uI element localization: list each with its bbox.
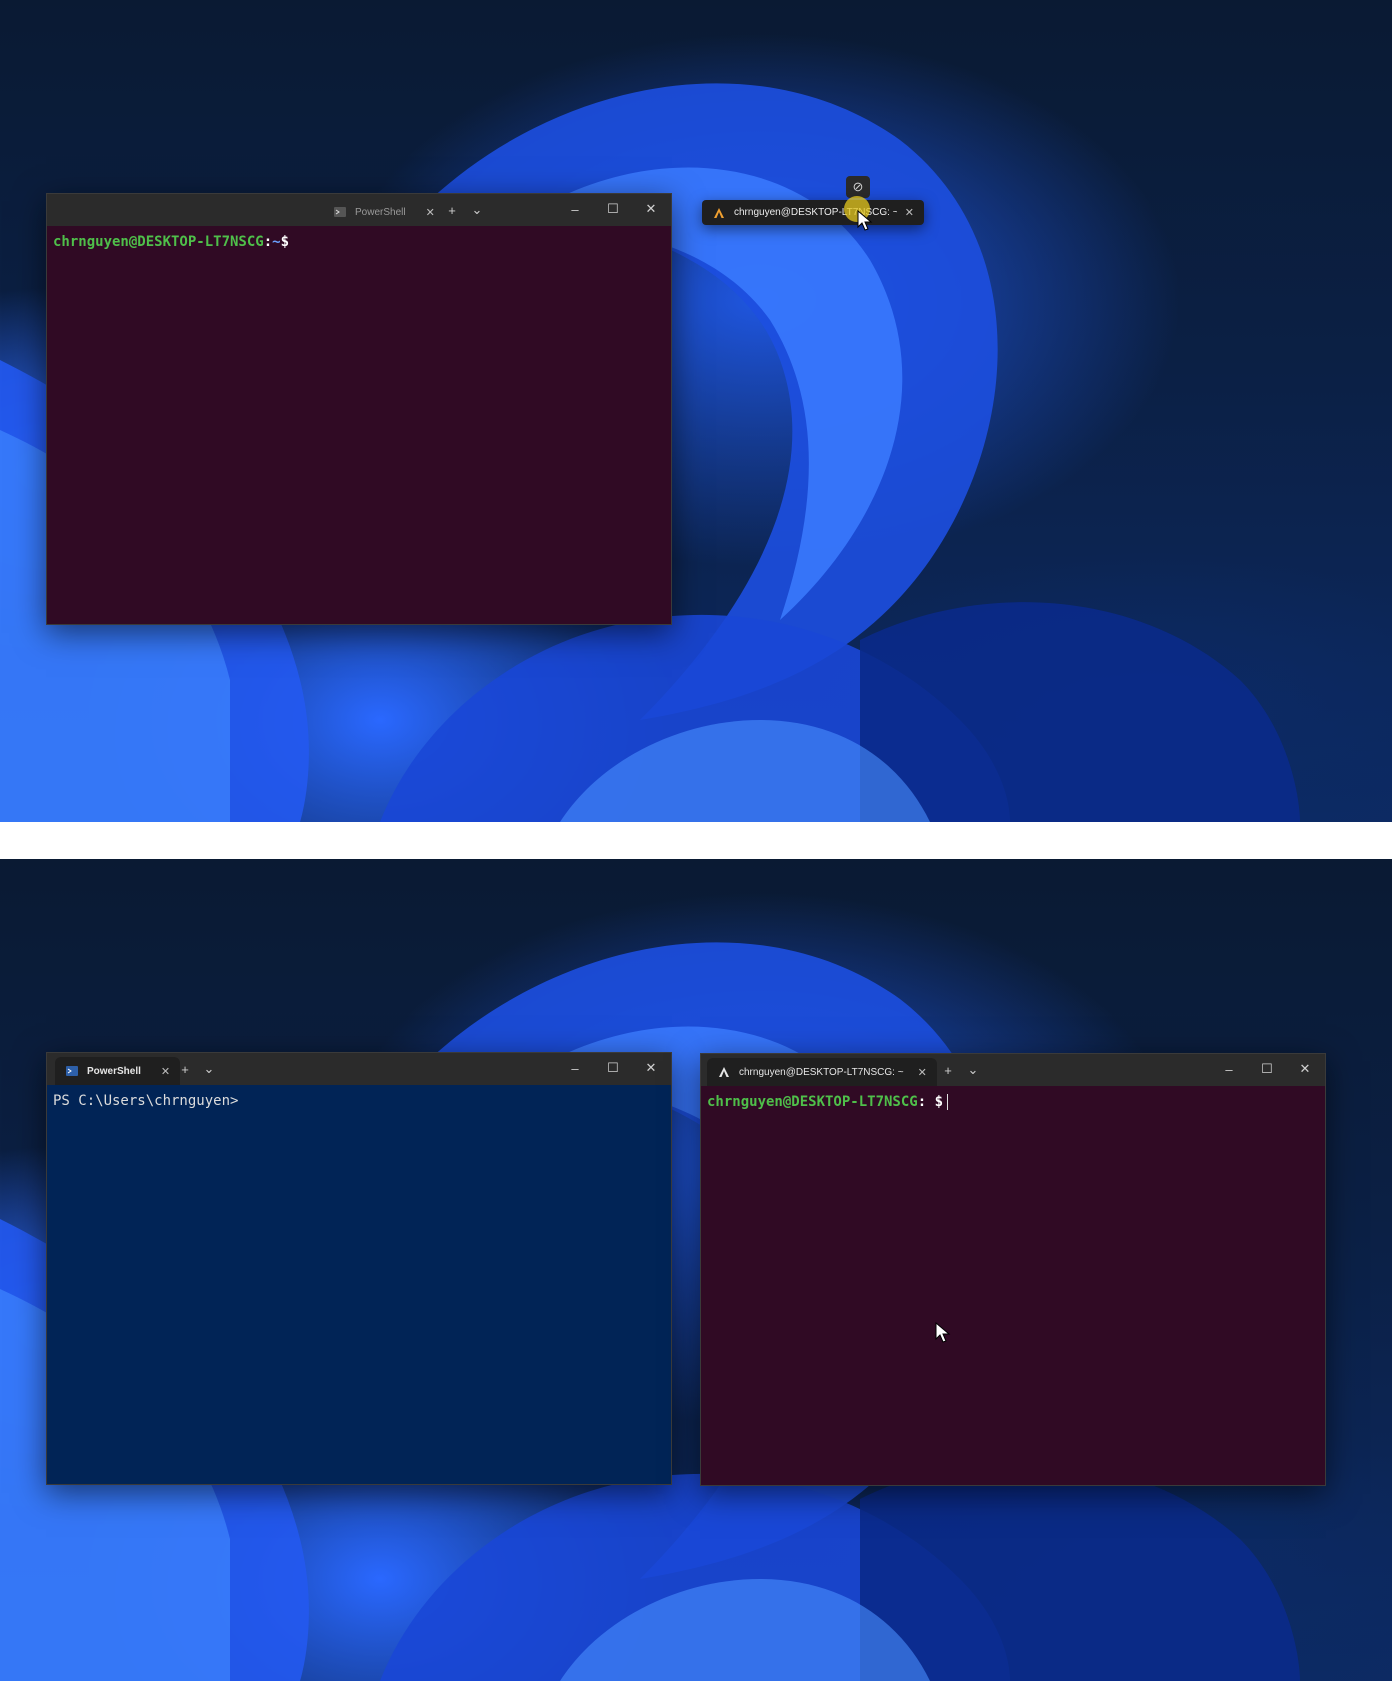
- maximize-button[interactable]: ☐: [599, 198, 627, 220]
- titlebar[interactable]: PowerShell ✕ + ⌄ – ☐ ✕: [47, 194, 671, 226]
- terminal-window-powershell[interactable]: PowerShell ✕ + ⌄ – ☐ ✕ PS C:\Users\chrng…: [46, 1052, 672, 1485]
- tab-label: PowerShell: [87, 1065, 141, 1077]
- close-button[interactable]: ✕: [637, 1057, 665, 1079]
- terminal-content[interactable]: chrnguyen@DESKTOP-LT7NSCG:~$: [47, 226, 671, 624]
- close-button[interactable]: ✕: [637, 198, 665, 220]
- desktop-top: PowerShell ✕ + ⌄ – ☐ ✕ chrnguyen@DESKTOP…: [0, 0, 1392, 822]
- new-tab-button[interactable]: +: [175, 1059, 195, 1079]
- close-tab-icon[interactable]: ✕: [161, 1065, 170, 1078]
- minimize-button[interactable]: –: [561, 198, 589, 220]
- mouse-pointer-icon: [857, 210, 873, 231]
- tab-powershell[interactable]: PowerShell ✕: [323, 198, 445, 226]
- prompt-separator: :: [263, 234, 273, 250]
- ubuntu-icon: [712, 206, 726, 220]
- minimize-button[interactable]: –: [1215, 1058, 1243, 1080]
- dragged-tab[interactable]: chrnguyen@DESKTOP-LT7NSCG: ~ ✕: [702, 200, 924, 225]
- dropdown-button[interactable]: ⌄: [963, 1060, 983, 1080]
- close-tab-icon[interactable]: ✕: [426, 206, 435, 219]
- maximize-button[interactable]: ☐: [1253, 1058, 1281, 1080]
- dropdown-button[interactable]: ⌄: [199, 1059, 219, 1079]
- powershell-prompt: PS C:\Users\chrnguyen>: [53, 1093, 239, 1109]
- mouse-pointer-icon: [935, 1322, 951, 1343]
- tab-powershell[interactable]: PowerShell ✕: [55, 1057, 181, 1085]
- frame-divider: [0, 822, 1392, 859]
- prompt-user: chrnguyen@DESKTOP-LT7NSCG: [707, 1094, 918, 1110]
- terminal-window-ubuntu[interactable]: chrnguyen@DESKTOP-LT7NSCG: ~ ✕ + ⌄ – ☐ ✕…: [700, 1053, 1326, 1486]
- terminal-window-ubuntu[interactable]: PowerShell ✕ + ⌄ – ☐ ✕ chrnguyen@DESKTOP…: [46, 193, 672, 625]
- close-tab-icon[interactable]: ✕: [905, 206, 914, 219]
- prompt-symbol: $: [280, 234, 290, 250]
- prompt-symbol: $: [934, 1094, 944, 1110]
- ubuntu-icon: [717, 1065, 731, 1079]
- tab-label: chrnguyen@DESKTOP-LT7NSCG: ~: [739, 1066, 904, 1078]
- new-tab-button[interactable]: +: [442, 200, 462, 220]
- desktop-bottom: PowerShell ✕ + ⌄ – ☐ ✕ PS C:\Users\chrng…: [0, 859, 1392, 1681]
- titlebar[interactable]: chrnguyen@DESKTOP-LT7NSCG: ~ ✕ + ⌄ – ☐ ✕: [701, 1054, 1325, 1086]
- no-drop-icon: ⊘: [846, 176, 870, 198]
- powershell-icon: [333, 205, 347, 219]
- dropdown-button[interactable]: ⌄: [467, 200, 487, 220]
- maximize-button[interactable]: ☐: [599, 1057, 627, 1079]
- prompt-user: chrnguyen@DESKTOP-LT7NSCG: [53, 234, 264, 250]
- text-cursor: [947, 1094, 949, 1110]
- minimize-button[interactable]: –: [561, 1057, 589, 1079]
- terminal-content[interactable]: PS C:\Users\chrnguyen>: [47, 1085, 671, 1484]
- tab-label: PowerShell: [355, 206, 406, 218]
- new-tab-button[interactable]: +: [938, 1060, 958, 1080]
- prompt-path: ~: [272, 234, 281, 250]
- powershell-icon: [65, 1064, 79, 1078]
- close-tab-icon[interactable]: ✕: [918, 1066, 927, 1079]
- prompt-separator: :: [917, 1094, 935, 1110]
- tab-ubuntu[interactable]: chrnguyen@DESKTOP-LT7NSCG: ~ ✕: [707, 1058, 937, 1086]
- titlebar[interactable]: PowerShell ✕ + ⌄ – ☐ ✕: [47, 1053, 671, 1085]
- terminal-content[interactable]: chrnguyen@DESKTOP-LT7NSCG: $: [701, 1086, 1325, 1485]
- close-button[interactable]: ✕: [1291, 1058, 1319, 1080]
